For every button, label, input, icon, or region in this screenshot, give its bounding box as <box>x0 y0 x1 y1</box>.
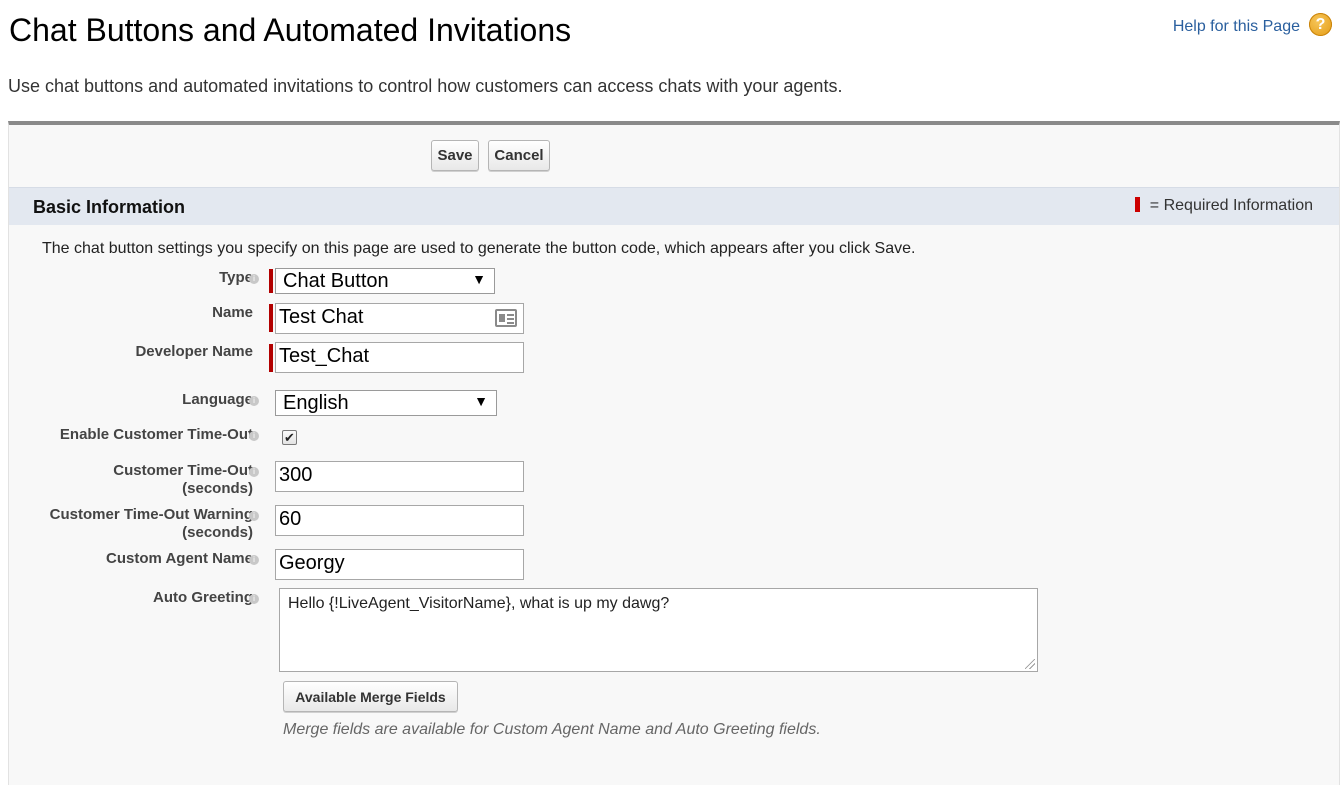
custom-agent-name-input[interactable]: Georgy <box>275 549 524 580</box>
help-link[interactable]: Help for this Page <box>1173 18 1300 36</box>
required-marker-icon <box>269 344 273 372</box>
name-input[interactable]: Test Chat <box>275 303 524 334</box>
merge-fields-hint: Merge fields are available for Custom Ag… <box>283 721 821 738</box>
timeout-warning-label-line2: (seconds) <box>182 524 253 541</box>
resize-grip-icon[interactable] <box>1025 659 1035 669</box>
name-label: Name <box>212 304 253 321</box>
info-icon[interactable]: i <box>249 274 259 284</box>
help-icon[interactable]: ? <box>1309 13 1332 36</box>
name-input-value: Test Chat <box>279 306 364 328</box>
auto-greeting-textarea[interactable]: Hello {!LiveAgent_VisitorName}, what is … <box>279 588 1038 672</box>
info-icon[interactable]: i <box>249 431 259 441</box>
enable-timeout-checkbox[interactable]: ✔ <box>282 430 297 445</box>
timeout-label-line2: (seconds) <box>182 480 253 497</box>
developer-name-label: Developer Name <box>135 343 253 360</box>
section-intro: The chat button settings you specify on … <box>42 240 916 257</box>
type-label: Type <box>219 269 253 286</box>
language-select[interactable]: English ▼ <box>275 390 497 416</box>
timeout-warning-label-line1: Customer Time-Out Warning <box>49 506 253 523</box>
available-merge-fields-button[interactable]: Available Merge Fields <box>283 681 458 712</box>
form-area: The chat button settings you specify on … <box>9 225 1339 785</box>
timeout-label-line1: Customer Time-Out <box>113 462 253 479</box>
dropdown-arrow-icon: ▼ <box>472 271 486 287</box>
page-title: Chat Buttons and Automated Invitations <box>9 12 572 48</box>
auto-greeting-value: Hello {!LiveAgent_VisitorName}, what is … <box>288 595 670 612</box>
timeout-label: Customer Time-Out (seconds) <box>113 462 253 498</box>
custom-agent-name-label: Custom Agent Name <box>106 550 253 567</box>
required-marker-icon <box>1134 197 1140 212</box>
info-icon[interactable]: i <box>249 467 259 477</box>
info-icon[interactable]: i <box>249 555 259 565</box>
timeout-warning-label: Customer Time-Out Warning (seconds) <box>50 506 253 542</box>
auto-greeting-label: Auto Greeting <box>153 589 253 606</box>
type-select[interactable]: Chat Button ▼ <box>275 268 495 294</box>
required-marker-icon <box>269 304 273 332</box>
section-header: Basic Information = Required Information <box>9 187 1339 225</box>
contact-card-icon[interactable] <box>495 309 517 327</box>
cancel-button[interactable]: Cancel <box>488 140 550 171</box>
edit-panel: Save Cancel Basic Information = Required… <box>8 121 1340 785</box>
developer-name-input[interactable]: Test_Chat <box>275 342 524 373</box>
required-legend: = Required Information <box>1134 197 1313 215</box>
info-icon[interactable]: i <box>249 396 259 406</box>
enable-timeout-label: Enable Customer Time-Out <box>59 426 253 443</box>
section-title: Basic Information <box>33 197 186 217</box>
timeout-input[interactable]: 300 <box>275 461 524 492</box>
required-legend-text: = Required Information <box>1149 197 1313 214</box>
page-description: Use chat buttons and automated invitatio… <box>8 76 843 96</box>
required-marker-icon <box>269 269 273 293</box>
timeout-warning-input[interactable]: 60 <box>275 505 524 536</box>
info-icon[interactable]: i <box>249 511 259 521</box>
dropdown-arrow-icon: ▼ <box>474 393 488 409</box>
save-button[interactable]: Save <box>431 140 479 171</box>
language-label: Language <box>182 391 253 408</box>
language-select-value: English <box>283 392 349 414</box>
type-select-value: Chat Button <box>283 270 389 292</box>
info-icon[interactable]: i <box>249 594 259 604</box>
